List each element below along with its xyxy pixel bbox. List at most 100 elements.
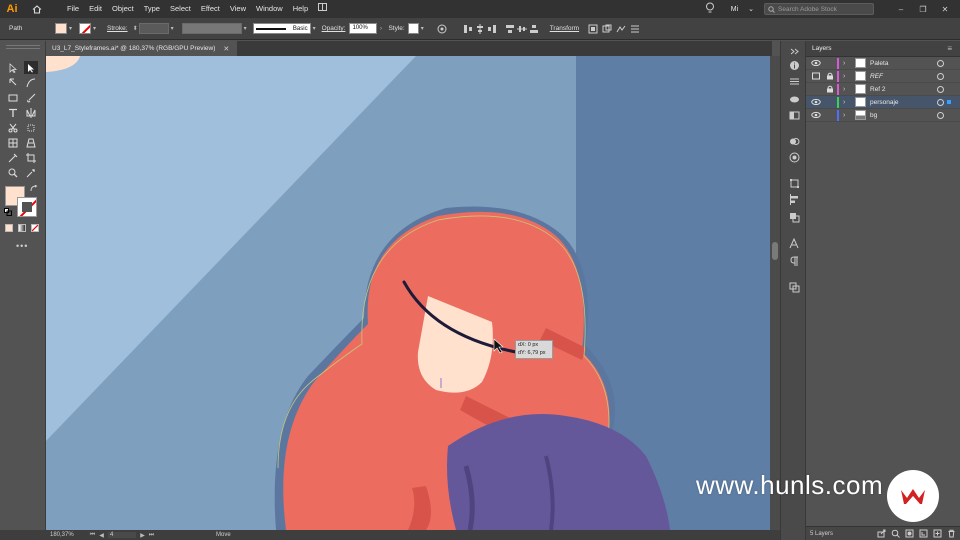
vertical-scrollbar[interactable] (770, 56, 780, 530)
transform-icon[interactable] (788, 177, 800, 189)
color-icon[interactable] (788, 151, 800, 163)
menu-view[interactable]: View (225, 0, 251, 18)
locate-object-icon[interactable] (891, 529, 900, 538)
selection-tool-icon[interactable] (6, 61, 20, 74)
clipping-mask-icon[interactable] (905, 529, 914, 538)
close-button[interactable]: ✕ (938, 5, 952, 14)
scissors-tool-icon[interactable] (6, 121, 20, 134)
shape-builder-tool-icon[interactable] (6, 136, 20, 149)
target-circle-icon[interactable] (937, 72, 944, 80)
visibility-eye-icon[interactable] (811, 98, 821, 106)
rectangle-tool-icon[interactable] (6, 91, 20, 104)
edit-contents-icon[interactable] (601, 23, 613, 35)
new-layer-icon[interactable] (933, 529, 942, 538)
layer-name[interactable]: bg (870, 112, 877, 119)
target-circle-icon[interactable] (937, 111, 944, 119)
chevron-right-icon[interactable]: › (377, 26, 384, 32)
collapse-panels-icon[interactable] (788, 45, 800, 57)
first-artboard-icon[interactable]: ⏮ (88, 532, 97, 539)
chevron-down-icon[interactable]: ▾ (91, 25, 98, 32)
gradient-mode-button[interactable] (18, 224, 26, 232)
curvature-tool-icon[interactable] (24, 76, 38, 89)
export-icon[interactable] (877, 529, 886, 538)
align-icon[interactable] (788, 193, 800, 205)
target-circle-icon[interactable] (937, 59, 944, 67)
lock-icon[interactable] (826, 85, 834, 93)
direct-selection-tool-icon[interactable] (24, 61, 38, 74)
character-icon[interactable] (788, 237, 800, 249)
isolate-icon[interactable] (587, 23, 599, 35)
trash-icon[interactable] (947, 529, 956, 538)
panel-grip[interactable] (6, 45, 40, 49)
menu-select[interactable]: Select (165, 0, 196, 18)
paragraph-icon[interactable] (788, 255, 800, 267)
paintbrush-tool-icon[interactable] (24, 91, 38, 104)
chevron-down-icon[interactable]: ▾ (419, 25, 426, 32)
visibility-eye-icon[interactable] (811, 111, 821, 119)
recolor-artwork-icon[interactable] (436, 23, 448, 35)
close-tab-icon[interactable]: ✕ (223, 45, 229, 53)
stock-search-input[interactable]: Search Adobe Stock (764, 3, 874, 15)
opacity-label[interactable]: Opacity: (322, 25, 346, 32)
panel-menu-icon[interactable]: ≡ (947, 44, 952, 53)
chevron-down-icon[interactable]: ▾ (311, 25, 318, 32)
lightbulb-icon[interactable] (705, 2, 719, 16)
stroke-color-box[interactable] (17, 197, 37, 217)
stroke-weight-input[interactable] (138, 23, 169, 34)
next-artboard-icon[interactable]: ▶ (138, 532, 147, 539)
layer-row[interactable]: › bg (806, 109, 960, 122)
expand-chevron-icon[interactable]: › (843, 112, 845, 119)
layer-name[interactable]: REF (870, 73, 883, 80)
variable-width-profile[interactable] (181, 23, 242, 34)
chevron-down-icon[interactable]: ▾ (67, 25, 74, 32)
appearance-icon[interactable] (788, 135, 800, 147)
stepper-icon[interactable]: ⬍ (132, 25, 139, 32)
expand-chevron-icon[interactable]: › (843, 99, 845, 106)
menu-help[interactable]: Help (288, 0, 313, 18)
transform-link[interactable]: Transform (550, 25, 579, 32)
lock-icon[interactable] (826, 72, 834, 80)
document-tab[interactable]: U3_L7_Styleframes.ai* @ 180,37% (RGB/GPU… (46, 41, 238, 56)
expand-chevron-icon[interactable]: › (843, 60, 845, 67)
last-artboard-icon[interactable]: ⏭ (147, 532, 156, 539)
layer-row[interactable]: › Paleta (806, 57, 960, 70)
chevron-down-icon[interactable]: ▾ (242, 25, 249, 32)
artboard-number[interactable]: 4 (108, 532, 136, 538)
chevron-down-icon[interactable]: ▾ (169, 25, 176, 32)
type-tool-icon[interactable] (6, 106, 20, 119)
layer-name[interactable]: Ref 2 (870, 86, 886, 93)
pathfinder-icon[interactable] (788, 211, 800, 223)
new-sublayer-icon[interactable] (919, 529, 928, 538)
minimize-button[interactable]: – (894, 5, 908, 14)
magic-wand-tool-icon[interactable] (24, 166, 38, 179)
properties-icon[interactable] (788, 75, 800, 87)
artboard-tool-icon[interactable] (24, 151, 38, 164)
align-bottom-icon[interactable] (528, 23, 540, 35)
align-center-icon[interactable] (474, 23, 486, 35)
menu-type[interactable]: Type (139, 0, 165, 18)
selection-indicator[interactable] (947, 100, 951, 104)
color-mode-button[interactable] (5, 224, 13, 232)
layer-name[interactable]: Paleta (870, 60, 888, 67)
info-icon[interactable] (788, 59, 800, 71)
canvas[interactable] (46, 56, 770, 530)
stroke-label[interactable]: Stroke: (107, 25, 128, 32)
swap-fill-stroke-icon[interactable] (30, 184, 38, 193)
libraries-icon[interactable] (788, 93, 800, 105)
visibility-eye-icon[interactable] (811, 59, 821, 67)
menu-edit[interactable]: Edit (84, 0, 107, 18)
align-middle-icon[interactable] (516, 23, 528, 35)
maximize-button[interactable]: ❐ (916, 5, 930, 14)
image-trace-icon[interactable] (615, 23, 627, 35)
previous-artboard-icon[interactable]: ◀ (97, 532, 106, 539)
eyedropper-tool-icon[interactable] (6, 151, 20, 164)
gradient-icon[interactable] (788, 109, 800, 121)
pen-tool-icon[interactable] (6, 76, 20, 89)
align-top-icon[interactable] (504, 23, 516, 35)
reflect-tool-icon[interactable] (24, 106, 38, 119)
menu-file[interactable]: File (62, 0, 84, 18)
align-right-icon[interactable] (486, 23, 498, 35)
fill-swatch[interactable] (55, 23, 67, 34)
perspective-grid-tool-icon[interactable] (24, 136, 38, 149)
expand-chevron-icon[interactable]: › (843, 86, 845, 93)
